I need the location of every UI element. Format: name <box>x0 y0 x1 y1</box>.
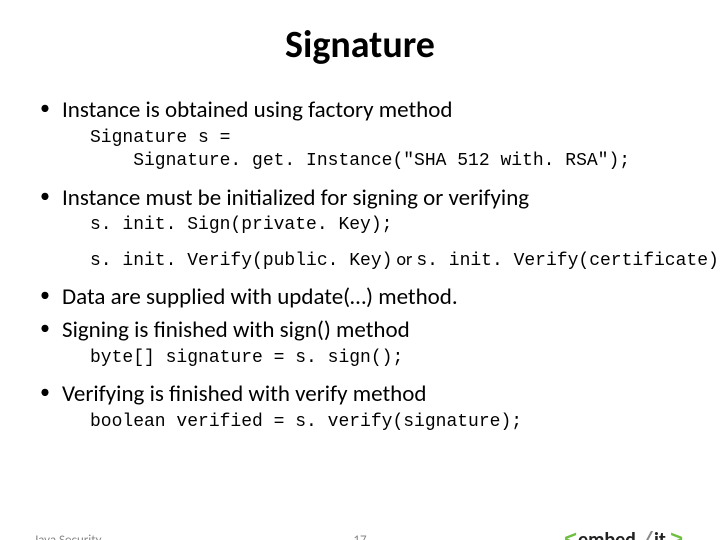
bullet-4-code: byte[] signature = s. sign(); <box>90 347 686 370</box>
embedit-logo: < embed / it > <box>564 526 692 540</box>
bullet-2-code-2b: s. init. Verify(certificate); <box>416 251 720 271</box>
bullet-1: Instance is obtained using factory metho… <box>34 96 686 174</box>
svg-text:>: > <box>670 528 683 540</box>
slide: Signature Instance is obtained using fac… <box>0 22 720 540</box>
svg-text:embed: embed <box>578 528 636 540</box>
bullet-5-text: Verifying is finished with verify method <box>62 380 426 408</box>
bullet-1-code: Signature s = Signature. get. Instance("… <box>90 127 686 174</box>
bullet-list: Instance is obtained using factory metho… <box>34 96 686 434</box>
svg-text:<: < <box>564 528 577 540</box>
bullet-5-code: boolean verified = s. verify(signature); <box>90 411 686 434</box>
bullet-2: Instance must be initialized for signing… <box>34 184 686 274</box>
slide-title: Signature <box>0 22 720 68</box>
svg-text:it: it <box>654 528 666 540</box>
slide-content: Instance is obtained using factory metho… <box>0 96 720 434</box>
svg-text:/: / <box>642 530 654 540</box>
bullet-2-or: or <box>392 248 416 270</box>
bullet-5: Verifying is finished with verify method… <box>34 380 686 434</box>
bullet-4-text: Signing is finished with sign() method <box>62 316 410 344</box>
bullet-2-text: Instance must be initialized for signing… <box>62 184 529 212</box>
bullet-2-code-2a: s. init. Verify(public. Key) <box>90 251 392 271</box>
bullet-4: Signing is finished with sign() method b… <box>34 316 686 370</box>
bullet-3: Data are supplied with update(…) method. <box>34 283 686 312</box>
bullet-2-code-line2: s. init. Verify(public. Key) or s. init.… <box>90 248 686 273</box>
embedit-logo-svg: < embed / it > <box>564 526 692 540</box>
bullet-2-code-line1: s. init. Sign(private. Key); <box>90 214 686 237</box>
bullet-3-text: Data are supplied with update(…) method. <box>62 283 458 311</box>
bullet-1-text: Instance is obtained using factory metho… <box>62 96 452 124</box>
